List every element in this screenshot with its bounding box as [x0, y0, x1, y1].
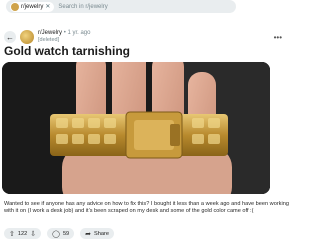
subreddit-chip-label: r/jewelry	[21, 3, 44, 10]
share-icon: ➦	[85, 230, 92, 238]
close-icon[interactable]: ✕	[45, 3, 50, 10]
post-title: Gold watch tarnishing	[4, 44, 131, 58]
subreddit-chip-avatar	[11, 2, 19, 11]
vote-control: ⇧ 122 ⇩	[4, 228, 42, 239]
post-header: ← r/Jewelry • 1 yr. ago [deleted]	[4, 30, 90, 44]
comments-button[interactable]: ◯ 59	[47, 228, 75, 239]
post-meta: r/Jewelry • 1 yr. ago [deleted]	[38, 30, 90, 44]
post-body: Wanted to see if anyone has any advice o…	[4, 201, 289, 214]
right-rail	[283, 20, 300, 240]
separator-dot: •	[63, 30, 66, 36]
subreddit-name[interactable]: r/Jewelry	[38, 30, 62, 36]
back-button[interactable]: ←	[4, 31, 16, 43]
subreddit-chip[interactable]: r/jewelry ✕	[10, 1, 55, 12]
share-button[interactable]: ➦ Share	[80, 228, 114, 239]
watch-photo	[2, 62, 270, 194]
more-icon[interactable]: •••	[274, 33, 282, 42]
comment-count: 59	[62, 230, 70, 237]
search-bar[interactable]: r/jewelry ✕ Search in r/jewelry	[6, 0, 236, 13]
comment-icon: ◯	[52, 230, 60, 238]
downvote-icon[interactable]: ⇩	[30, 230, 36, 238]
post-image[interactable]	[2, 62, 270, 194]
arrow-left-icon: ←	[6, 32, 14, 42]
post-age: 1 yr. ago	[67, 30, 91, 36]
share-label: Share	[94, 230, 109, 237]
search-input[interactable]: Search in r/jewelry	[58, 4, 107, 10]
top-bar: r/jewelry ✕ Search in r/jewelry	[0, 0, 300, 15]
post-author: [deleted]	[38, 37, 60, 43]
subreddit-avatar[interactable]	[20, 30, 34, 44]
post-actions: ⇧ 122 ⇩ ◯ 59 ➦ Share	[4, 228, 114, 239]
upvote-icon[interactable]: ⇧	[9, 230, 15, 238]
vote-count: 122	[17, 230, 28, 237]
